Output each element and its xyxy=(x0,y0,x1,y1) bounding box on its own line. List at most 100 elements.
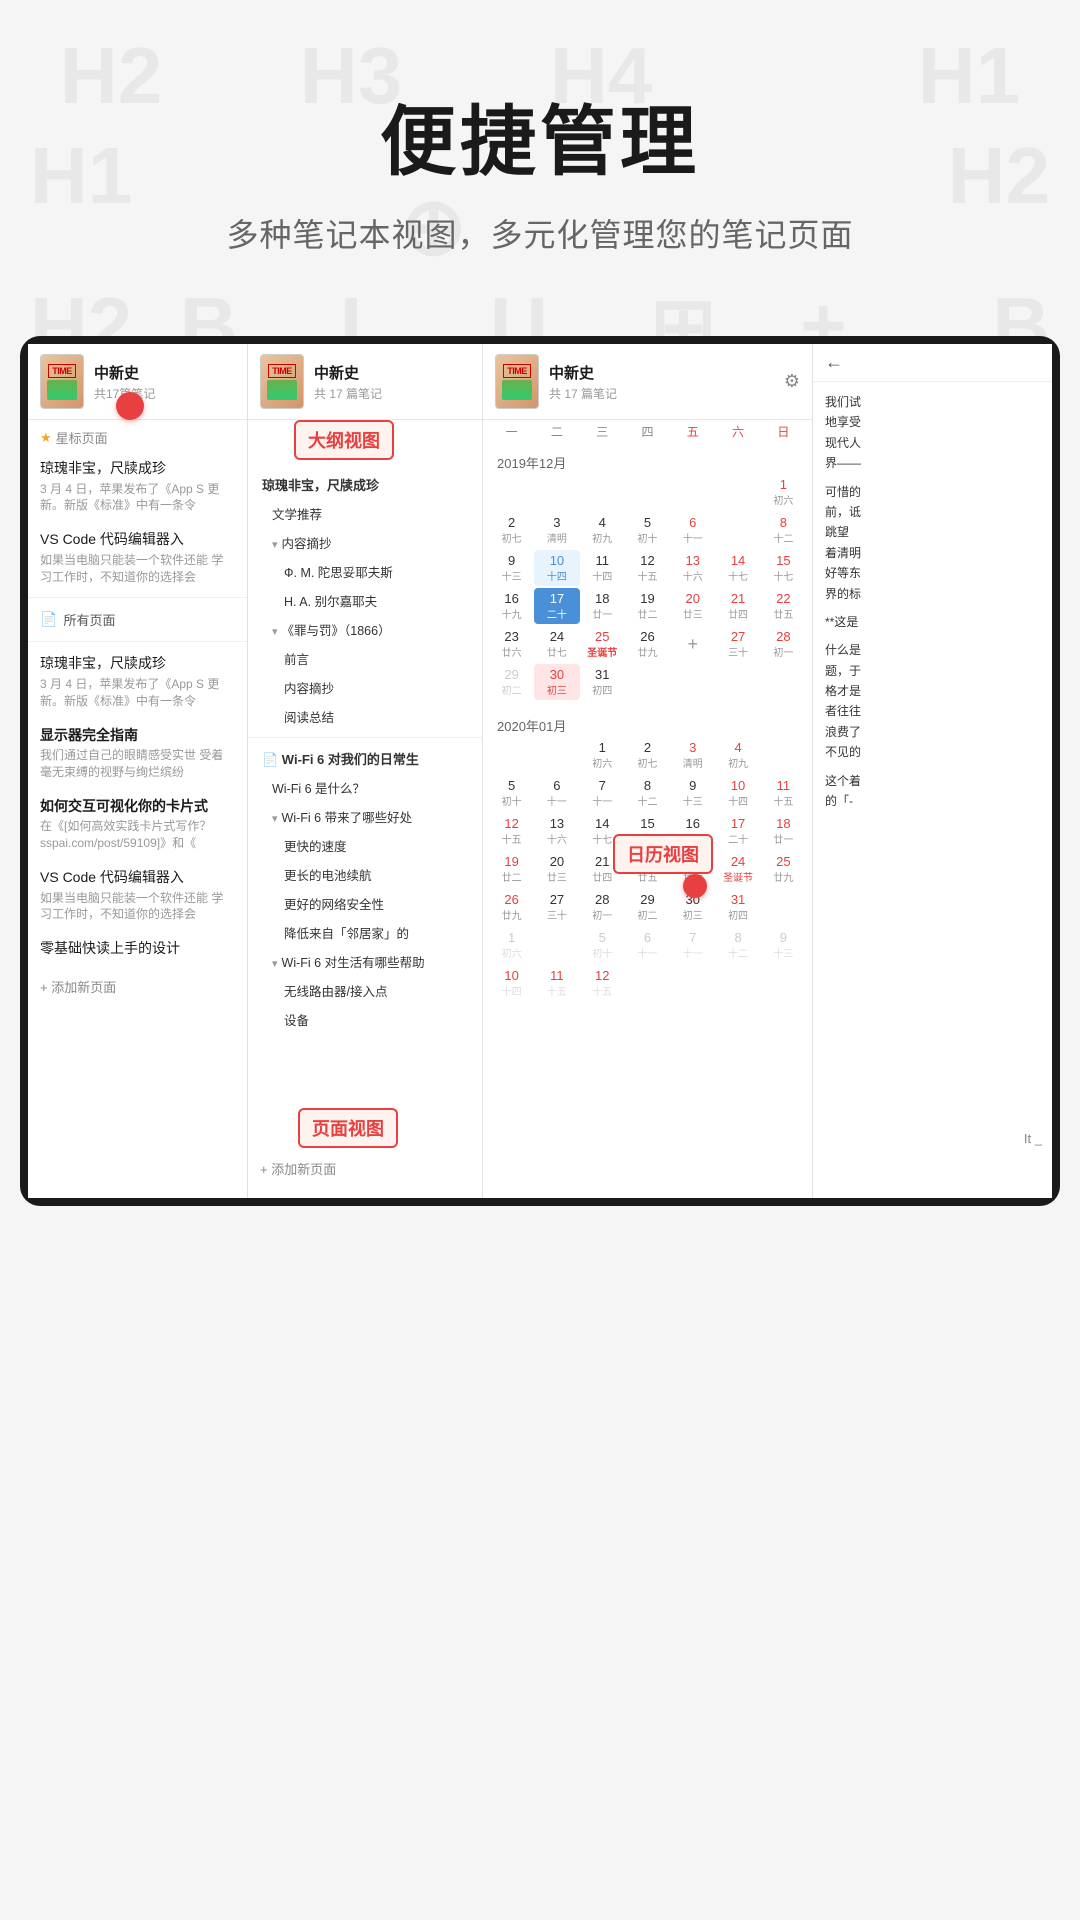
cal-day[interactable]: 7十一 xyxy=(580,775,625,811)
add-page-btn-middle[interactable]: + 添加新页面 xyxy=(248,1149,348,1188)
list-item[interactable]: 显示器完全指南 我们通过自己的眼睛感受实世 受着毫无束缚的视野与绚烂缤纷 xyxy=(28,718,247,789)
cal-day[interactable]: 5初十 xyxy=(580,927,625,963)
cal-day[interactable]: 10十四 xyxy=(489,965,534,1001)
settings-icon[interactable]: ⚙ xyxy=(784,371,800,392)
cal-day[interactable]: 11十五 xyxy=(761,775,806,811)
outline-item[interactable]: Ф. М. 陀思妥耶夫斯 xyxy=(248,557,482,586)
outline-item[interactable]: ▾内容摘抄 xyxy=(248,528,482,557)
cal-day[interactable]: 28初一 xyxy=(761,626,806,662)
cal-day[interactable]: 27三十 xyxy=(534,889,579,925)
outline-item[interactable]: 更好的网络安全性 xyxy=(248,889,482,918)
cal-day[interactable]: 12十五 xyxy=(625,550,670,586)
outline-item[interactable]: 设备 xyxy=(248,1005,482,1034)
list-item[interactable]: 零基础快读上手的设计 xyxy=(28,931,247,967)
cal-day[interactable]: 26廿九 xyxy=(489,889,534,925)
notebook-cover-middle: TIME xyxy=(260,354,304,409)
outline-item[interactable]: 更快的速度 xyxy=(248,831,482,860)
cal-day[interactable]: 14十七 xyxy=(715,550,760,586)
outline-item[interactable]: 阅读总结 xyxy=(248,702,482,731)
cal-day[interactable]: 9十三 xyxy=(761,927,806,963)
cal-day[interactable]: 29初二 xyxy=(489,664,534,700)
cal-day[interactable]: 16十九 xyxy=(489,588,534,624)
list-item[interactable]: 琼瑰非宝，尺牍成珍 3 月 4 日，苹果发布了《App S 更新。新版《标准》中… xyxy=(28,451,247,522)
panel-calendar: TIME 中新史 共 17 篇笔记 ⚙ 一 二 三 四 xyxy=(483,344,813,1198)
cal-day[interactable]: 18廿一 xyxy=(761,813,806,849)
list-item[interactable]: 如何交互可视化你的卡片式 在《[如何高效实践卡片式写作？ sspai.com/p… xyxy=(28,789,247,860)
list-item[interactable]: VS Code 代码编辑器入 如果当电脑只能装一个软件还能 学习工作时，不知道你… xyxy=(28,860,247,931)
cal-day[interactable]: 20廿三 xyxy=(534,851,579,887)
cal-day[interactable]: 12十五 xyxy=(489,813,534,849)
cal-day[interactable]: 10十四 xyxy=(715,775,760,811)
cal-day[interactable]: 11十五 xyxy=(534,965,579,1001)
cal-day[interactable]: 19廿二 xyxy=(625,588,670,624)
cal-day[interactable]: 19廿二 xyxy=(489,851,534,887)
cal-day[interactable]: 2初七 xyxy=(489,512,534,548)
outline-item[interactable]: 降低来自「邻居家」的 xyxy=(248,918,482,947)
cal-day[interactable]: 25廿九 xyxy=(761,851,806,887)
outline-item[interactable]: Wi-Fi 6 是什么？ xyxy=(248,773,482,802)
cal-day[interactable]: 21廿四 xyxy=(715,588,760,624)
notebook-cover-calendar: TIME xyxy=(495,354,539,409)
cal-day[interactable]: 11十四 xyxy=(580,550,625,586)
cal-day[interactable]: 31初四 xyxy=(715,889,760,925)
cal-day[interactable]: 24圣诞节 xyxy=(715,851,760,887)
outline-item[interactable]: 文学推荐 xyxy=(248,499,482,528)
cal-day[interactable]: 20廿三 xyxy=(670,588,715,624)
list-item[interactable]: 琼瑰非宝，尺牍成珍 3 月 4 日，苹果发布了《App S 更新。新版《标准》中… xyxy=(28,646,247,717)
cal-day[interactable]: 6十一 xyxy=(534,775,579,811)
cal-day[interactable]: 22廿五 xyxy=(761,588,806,624)
page-view-label: 页面视图 xyxy=(298,1108,398,1148)
cal-day[interactable]: 3清明 xyxy=(534,512,579,548)
cal-day[interactable]: 8十二 xyxy=(625,775,670,811)
cal-day[interactable]: 4初九 xyxy=(715,737,760,773)
cal-day[interactable]: 9十三 xyxy=(489,550,534,586)
cal-day[interactable]: 24廿七 xyxy=(534,626,579,662)
cal-day[interactable]: 13十六 xyxy=(534,813,579,849)
all-pages-item[interactable]: 📄 所有页面 xyxy=(28,602,247,637)
cal-day[interactable]: 23廿六 xyxy=(489,626,534,662)
cal-day[interactable]: 7十一 xyxy=(670,927,715,963)
cal-day[interactable]: 2初七 xyxy=(625,737,670,773)
outline-item[interactable]: ▾Wi-Fi 6 带来了哪些好处 xyxy=(248,802,482,831)
outline-item[interactable]: 无线路由器/接入点 xyxy=(248,976,482,1005)
outline-item[interactable]: ▾《罪与罚》（1866） xyxy=(248,615,482,644)
outline-item[interactable]: ▾Wi-Fi 6 对生活有哪些帮助 xyxy=(248,947,482,976)
cal-day[interactable]: 17二十 xyxy=(715,813,760,849)
cal-day[interactable]: 13十六 xyxy=(670,550,715,586)
cal-day-add[interactable]: + xyxy=(670,626,715,662)
cal-day[interactable]: 1初六 xyxy=(761,474,806,510)
cal-day[interactable]: 4初九 xyxy=(580,512,625,548)
cal-day[interactable]: 9十三 xyxy=(670,775,715,811)
cal-day[interactable]: 18廿一 xyxy=(580,588,625,624)
cal-day[interactable]: 1初六 xyxy=(489,927,534,963)
notebook-name-calendar: 中新史 xyxy=(549,362,784,383)
cal-day[interactable]: 28初一 xyxy=(580,889,625,925)
cal-day[interactable]: 6十一 xyxy=(625,927,670,963)
outline-item[interactable]: 📄 Wi-Fi 6 对我们的日常生 xyxy=(248,744,482,773)
cal-day[interactable]: 5初十 xyxy=(489,775,534,811)
cal-day[interactable]: 31初四 xyxy=(580,664,625,700)
cal-day-today[interactable]: 10十四 xyxy=(534,550,579,586)
cal-day[interactable]: 5初十 xyxy=(625,512,670,548)
cal-day[interactable]: 3清明 xyxy=(670,737,715,773)
add-page-btn[interactable]: + 添加新页面 xyxy=(28,967,247,1006)
outline-item[interactable]: H. A. 别尔嘉耶夫 xyxy=(248,586,482,615)
outline-item[interactable]: 琼瑰非宝，尺牍成珍 xyxy=(248,470,482,499)
cal-day[interactable]: 27三十 xyxy=(715,626,760,662)
cal-day[interactable]: 6十一 xyxy=(670,512,715,548)
outline-item[interactable]: 前言 xyxy=(248,644,482,673)
cal-day[interactable]: 1初六 xyxy=(580,737,625,773)
outline-item[interactable]: 内容摘抄 xyxy=(248,673,482,702)
back-button[interactable]: ← xyxy=(813,344,1052,382)
cal-day[interactable]: 8十二 xyxy=(761,512,806,548)
outline-item[interactable]: 更长的电池续航 xyxy=(248,860,482,889)
cal-day[interactable]: 8十二 xyxy=(715,927,760,963)
cal-day-selected[interactable]: 17二十 xyxy=(534,588,579,624)
cal-day[interactable]: 12十五 xyxy=(580,965,625,1001)
cal-day-highlighted[interactable]: 30初三 xyxy=(534,664,579,700)
cal-day[interactable]: 29初二 xyxy=(625,889,670,925)
cal-day[interactable]: 26廿九 xyxy=(625,626,670,662)
list-item[interactable]: VS Code 代码编辑器入 如果当电脑只能装一个软件还能 学习工作时，不知道你… xyxy=(28,522,247,593)
cal-day[interactable]: 15十七 xyxy=(761,550,806,586)
cal-day[interactable]: 25圣诞节 xyxy=(580,626,625,662)
